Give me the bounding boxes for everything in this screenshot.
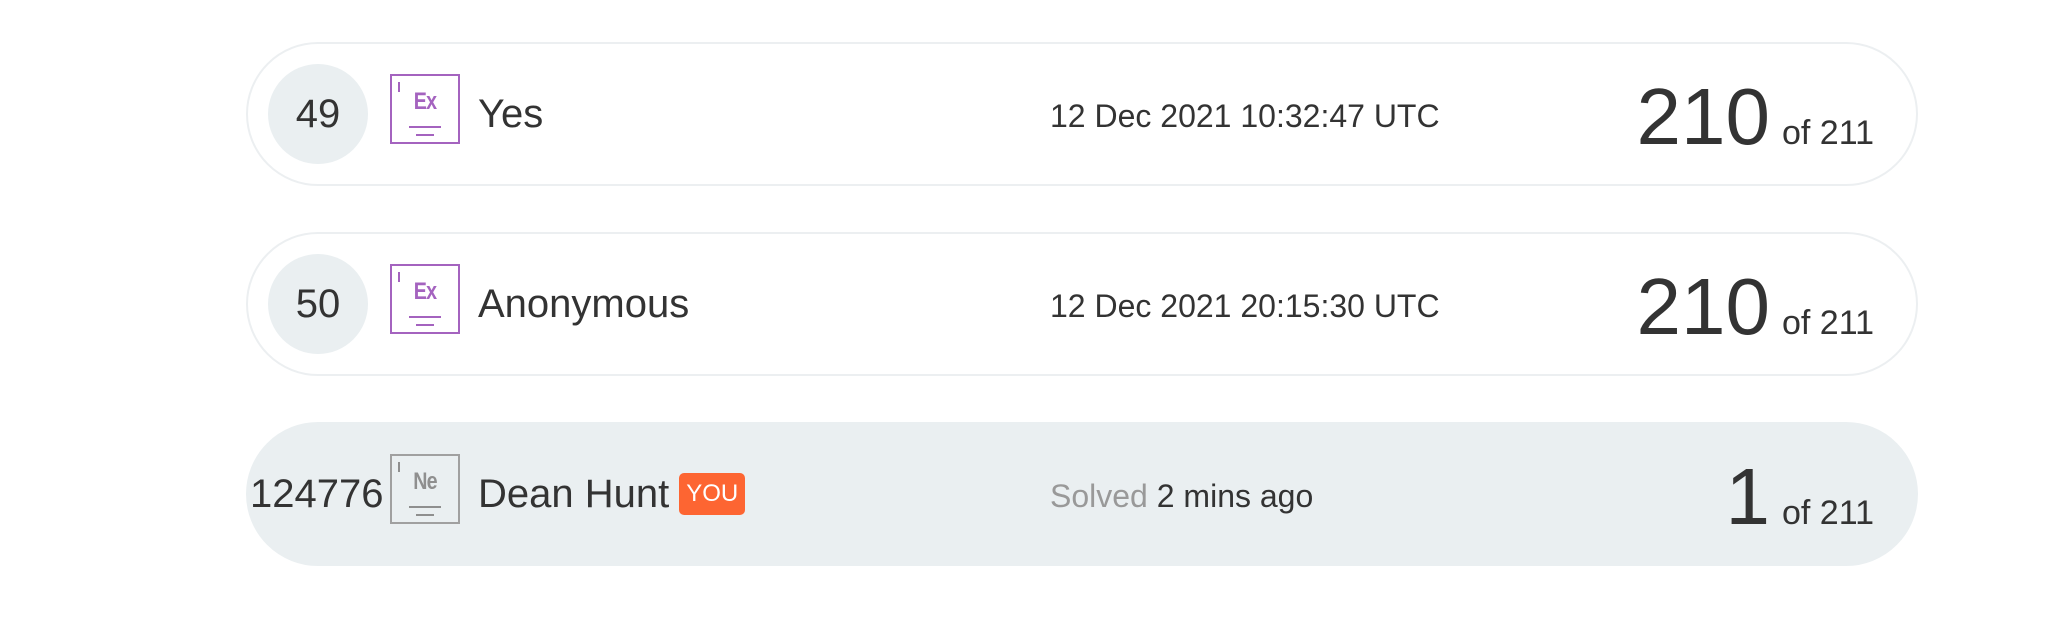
level-abbr: Ne bbox=[413, 468, 437, 495]
level-abbr: Ex bbox=[413, 278, 437, 305]
solve-time: Solved 2 mins ago bbox=[1050, 476, 1313, 516]
username-link[interactable]: Yes bbox=[478, 90, 543, 138]
username-link[interactable]: Anonymous bbox=[478, 280, 689, 328]
solved-ago: 2 mins ago bbox=[1156, 478, 1314, 514]
username-text: Anonymous bbox=[478, 282, 690, 326]
current-user-row[interactable]: 124776 Ne Dean Hunt YOU Solved 2 mins ag… bbox=[246, 422, 1918, 566]
you-badge: YOU bbox=[679, 473, 746, 515]
leaderboard-row[interactable]: 50 Ex Anonymous 12 Dec 2021 20:15:30 UTC… bbox=[246, 232, 1918, 376]
username-text: Dean Hunt bbox=[478, 472, 670, 516]
score: 210 of 211 bbox=[1637, 74, 1875, 160]
leaderboard-row[interactable]: 49 Ex Yes 12 Dec 2021 10:32:47 UTC 210 o… bbox=[246, 42, 1918, 186]
score-value: 210 bbox=[1636, 72, 1770, 161]
score-value: 1 bbox=[1725, 452, 1770, 541]
score-total: of 211 bbox=[1781, 304, 1874, 342]
rank-badge: 50 bbox=[268, 254, 368, 354]
level-newbie-icon: Ne bbox=[390, 454, 460, 524]
score: 210 of 211 bbox=[1637, 264, 1875, 350]
score: 1 of 211 bbox=[1725, 454, 1874, 540]
username-link[interactable]: Dean Hunt YOU bbox=[478, 470, 746, 518]
solve-time: 12 Dec 2021 10:32:47 UTC bbox=[1050, 98, 1440, 134]
username-text: Yes bbox=[478, 92, 544, 136]
rank-badge: 49 bbox=[268, 64, 368, 164]
score-value: 210 bbox=[1636, 262, 1770, 351]
rank-badge: 124776 bbox=[250, 471, 384, 516]
level-expert-icon: Ex bbox=[390, 264, 460, 334]
level-abbr: Ex bbox=[413, 88, 437, 115]
leaderboard: 49 Ex Yes 12 Dec 2021 10:32:47 UTC 210 o… bbox=[0, 0, 2054, 629]
level-expert-icon: Ex bbox=[390, 74, 460, 144]
score-total: of 211 bbox=[1781, 494, 1874, 532]
solve-time: 12 Dec 2021 20:15:30 UTC bbox=[1050, 288, 1440, 324]
score-total: of 211 bbox=[1781, 114, 1874, 152]
solved-label: Solved bbox=[1050, 478, 1148, 514]
